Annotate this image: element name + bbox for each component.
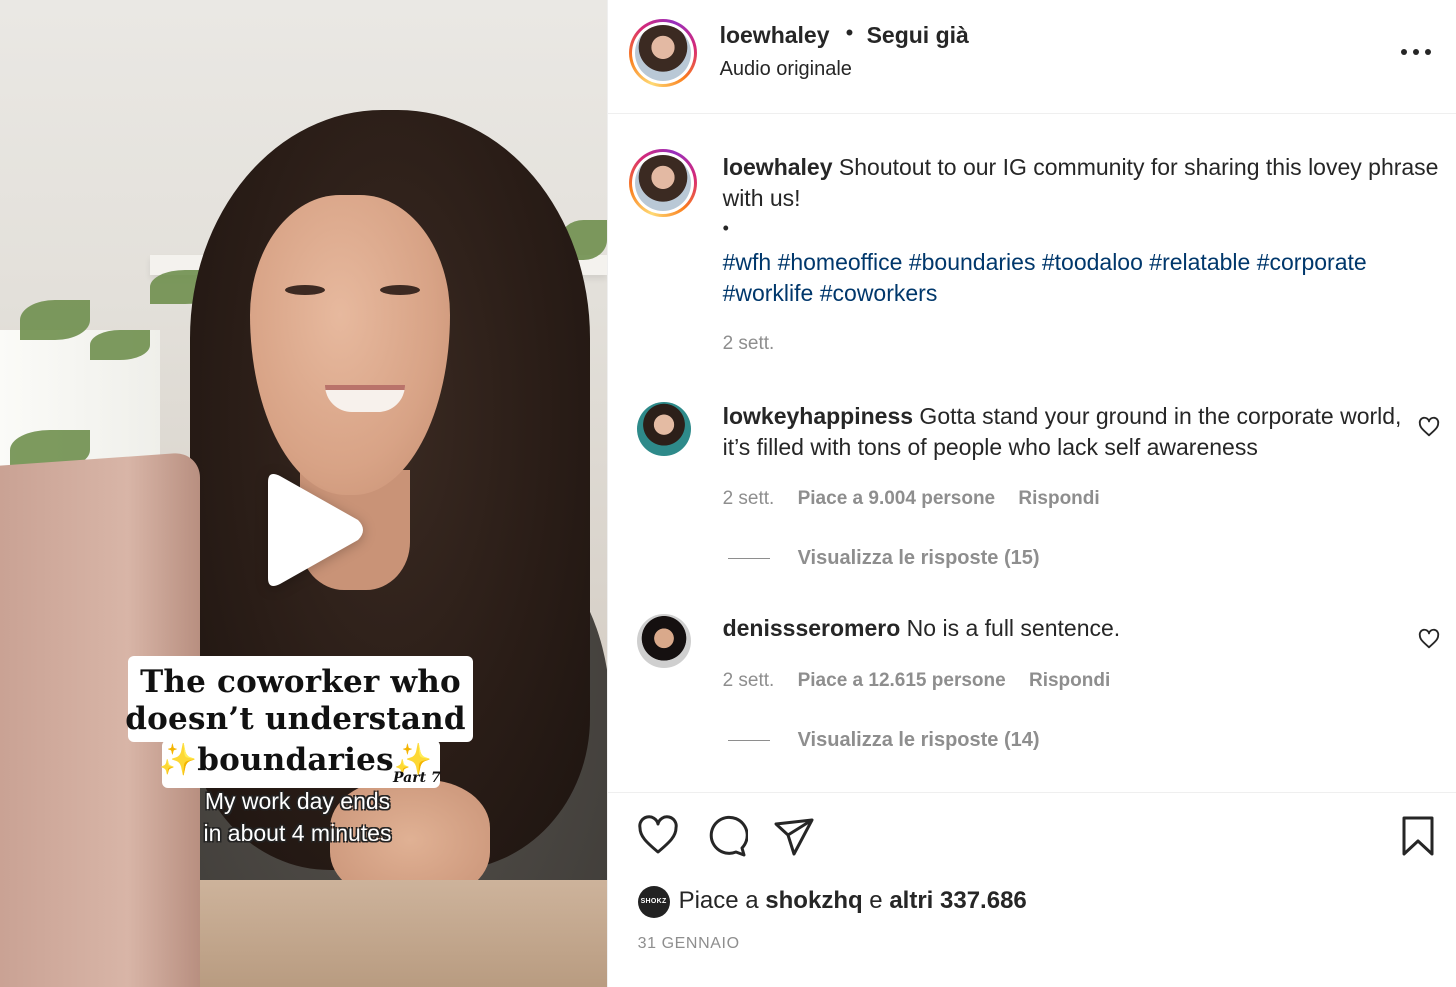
caption-hashtags: #wfh #homeoffice #boundaries #toodaloo #… — [723, 247, 1443, 309]
desk — [180, 880, 607, 987]
commenter-avatar[interactable] — [636, 402, 691, 456]
divider — [607, 113, 1456, 114]
comment-heart-icon[interactable] — [1418, 628, 1440, 650]
likes-conjunction: e — [862, 887, 890, 914]
overlay-title-line: The coworker who — [140, 664, 461, 700]
post-side-panel: loewhaley • Segui già Audio originale lo… — [606, 0, 1456, 987]
view-replies-button[interactable]: Visualizza le risposte (14) — [727, 729, 1040, 752]
comment-text: No is a full sentence. — [900, 615, 1121, 641]
hashtag-link[interactable]: #toodaloo — [1042, 249, 1143, 275]
comment-meta: 2 sett. Piace a 9.004 persone Rispondi — [723, 488, 1118, 510]
plant-leaf — [90, 330, 150, 360]
comment-heart-icon[interactable] — [1418, 416, 1440, 438]
liker-avatar[interactable]: SHOKZ — [637, 886, 670, 918]
author-avatar[interactable] — [628, 19, 697, 87]
comment-body: lowkeyhappiness Gotta stand your ground … — [723, 401, 1403, 463]
header-separator: • — [845, 20, 854, 45]
hashtag-link[interactable]: #boundaries — [909, 249, 1036, 275]
comment-body: denissseromero No is a full sentence. — [723, 613, 1403, 644]
view-replies-label: Visualizza le risposte (14) — [797, 729, 1040, 751]
likes-others-count[interactable]: altri 337.686 — [889, 887, 1026, 914]
more-options-icon[interactable] — [1398, 40, 1434, 64]
hashtag-link[interactable]: #corporate — [1257, 249, 1367, 275]
person-eye — [285, 285, 325, 295]
comment-username[interactable]: lowkeyhappiness — [723, 403, 913, 429]
caption-username[interactable]: loewhaley — [723, 154, 833, 180]
audio-label[interactable]: Audio originale — [720, 58, 852, 81]
comment-timestamp[interactable]: 2 sett. — [723, 670, 775, 691]
likes-prefix: Piace a — [678, 887, 766, 914]
comment-likes[interactable]: Piace a 12.615 persone — [798, 670, 1006, 691]
overlay-title-line: doesn’t understand — [125, 701, 466, 737]
overlay-subtitle-line: My work day ends — [204, 788, 391, 814]
author-username[interactable]: loewhaley — [720, 22, 830, 49]
hashtag-link[interactable]: #homeoffice — [778, 249, 903, 275]
comment-username[interactable]: denissseromero — [723, 615, 901, 641]
hashtag-link[interactable]: #worklife — [723, 280, 814, 306]
comment-icon[interactable] — [704, 814, 749, 858]
post-caption: loewhaley Shoutout to our IG community f… — [723, 152, 1441, 214]
overlay-title-line: ✨boundaries✨ — [158, 742, 433, 778]
commenter-avatar[interactable] — [636, 614, 691, 668]
comment-timestamp[interactable]: 2 sett. — [723, 488, 775, 509]
hashtag-link[interactable]: #coworkers — [820, 280, 938, 306]
hashtag-link[interactable]: #wfh — [723, 249, 772, 275]
instagram-post: The coworker who doesn’t understand ✨bou… — [0, 0, 1456, 987]
view-replies-label: Visualizza le risposte (15) — [797, 547, 1040, 569]
liker-username[interactable]: shokzhq — [765, 887, 862, 914]
divider — [607, 792, 1456, 793]
play-icon[interactable] — [250, 468, 370, 592]
caption-author-avatar[interactable] — [628, 149, 697, 217]
comment-meta: 2 sett. Piace a 12.615 persone Rispondi — [723, 670, 1129, 692]
plant-leaf — [20, 300, 90, 340]
overlay-subtitle-line: in about 4 minutes — [203, 820, 392, 846]
bookmark-icon[interactable] — [1396, 814, 1440, 858]
share-icon[interactable] — [772, 814, 816, 858]
post-video[interactable]: The coworker who doesn’t understand ✨bou… — [0, 0, 607, 987]
view-replies-button[interactable]: Visualizza le risposte (15) — [727, 547, 1040, 570]
caption-timestamp[interactable]: 2 sett. — [723, 333, 775, 355]
likes-summary: Piace a shokzhq e altri 337.686 — [679, 887, 1027, 915]
reply-button[interactable]: Rispondi — [1029, 670, 1110, 691]
comment-likes[interactable]: Piace a 9.004 persone — [798, 488, 996, 509]
hashtag-link[interactable]: #relatable — [1149, 249, 1250, 275]
follow-status-button[interactable]: Segui già — [867, 22, 969, 49]
heart-icon[interactable] — [636, 814, 680, 858]
overlay-part-label: Part 7 — [393, 770, 441, 786]
post-date[interactable]: 31 GENNAIO — [638, 935, 740, 953]
caption-bullet: • — [722, 218, 729, 238]
person-eye — [380, 285, 420, 295]
reply-button[interactable]: Rispondi — [1018, 488, 1099, 509]
